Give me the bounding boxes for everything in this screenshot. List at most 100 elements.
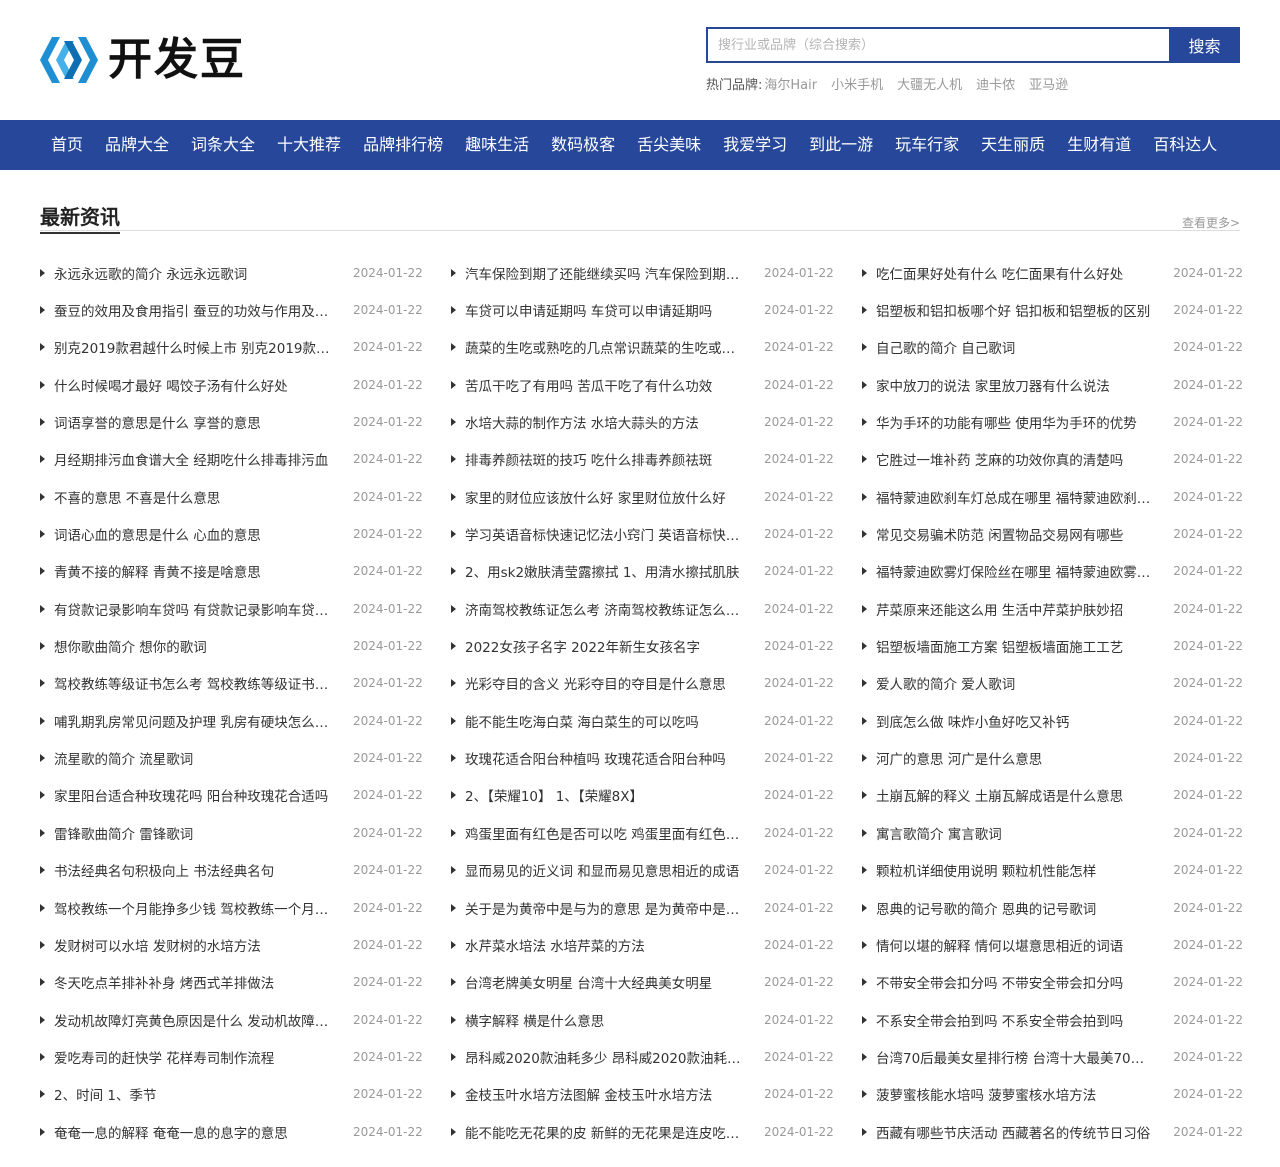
news-title-link[interactable]: 玫瑰花适合阳台种植吗 玫瑰花适合阳台种吗 bbox=[465, 748, 748, 768]
view-more-link[interactable]: 查看更多> bbox=[1182, 214, 1240, 231]
news-title-link[interactable]: 什么时候喝才最好 喝饺子汤有什么好处 bbox=[54, 375, 337, 395]
news-title-link[interactable]: 蔬菜的生吃或熟吃的几点常识蔬菜的生吃或熟吃 bbox=[465, 337, 748, 357]
nav-item[interactable]: 数码极客 bbox=[540, 120, 626, 170]
nav-item[interactable]: 趣味生活 bbox=[454, 120, 540, 170]
news-title-link[interactable]: 驾校教练等级证书怎么考 驾校教练等级证书怎么考取 bbox=[54, 673, 337, 693]
news-title-link[interactable]: 济南驾校教练证怎么考 济南驾校教练证怎么考取 bbox=[465, 599, 748, 619]
news-title-link[interactable]: 常见交易骗术防范 闲置物品交易网有哪些 bbox=[876, 524, 1157, 544]
search-button[interactable]: 搜索 bbox=[1169, 27, 1240, 63]
news-title-link[interactable]: 不带安全带会扣分吗 不带安全带会扣分吗 bbox=[876, 972, 1157, 992]
news-title-link[interactable]: 青黄不接的解释 青黄不接是啥意思 bbox=[54, 561, 337, 581]
news-item: 发动机故障灯亮黄色原因是什么 发动机故障灯亮黄色 2024-01-22 bbox=[40, 1001, 451, 1038]
news-title-link[interactable]: 书法经典名句积极向上 书法经典名句 bbox=[54, 860, 337, 880]
hot-brand-link[interactable]: 小米手机 bbox=[831, 74, 883, 93]
hot-brand-link[interactable]: 亚马逊 bbox=[1029, 74, 1068, 93]
news-title-link[interactable]: 车贷可以申请延期吗 车贷可以申请延期吗 bbox=[465, 300, 748, 320]
news-title-link[interactable]: 横字解释 横是什么意思 bbox=[465, 1010, 748, 1030]
news-title-link[interactable]: 学习英语音标快速记忆法小窍门 英语音标快速记忆法 bbox=[465, 524, 748, 544]
news-title-link[interactable]: 金枝玉叶水培方法图解 金枝玉叶水培方法 bbox=[465, 1084, 748, 1104]
news-title-link[interactable]: 恩典的记号歌的简介 恩典的记号歌词 bbox=[876, 898, 1157, 918]
news-title-link[interactable]: 发动机故障灯亮黄色原因是什么 发动机故障灯亮黄色 bbox=[54, 1010, 337, 1030]
news-title-link[interactable]: 爱吃寿司的赶快学 花样寿司制作流程 bbox=[54, 1047, 337, 1067]
news-title-link[interactable]: 别克2019款君越什么时候上市 别克2019款君越上市时间 bbox=[54, 337, 337, 357]
news-title-link[interactable]: 光彩夺目的含义 光彩夺目的夺目是什么意思 bbox=[465, 673, 748, 693]
nav-item[interactable]: 舌尖美味 bbox=[626, 120, 712, 170]
news-title-link[interactable]: 它胜过一堆补药 芝麻的功效你真的清楚吗 bbox=[876, 449, 1157, 469]
news-title-link[interactable]: 华为手环的功能有哪些 使用华为手环的优势 bbox=[876, 412, 1157, 432]
news-item: 它胜过一堆补药 芝麻的功效你真的清楚吗 2024-01-22 bbox=[862, 441, 1243, 478]
news-title-link[interactable]: 自己歌的简介 自己歌词 bbox=[876, 337, 1157, 357]
news-title-link[interactable]: 颗粒机详细使用说明 颗粒机性能怎样 bbox=[876, 860, 1157, 880]
news-title-link[interactable]: 冬天吃点羊排补补身 烤西式羊排做法 bbox=[54, 972, 337, 992]
news-title-link[interactable]: 驾校教练一个月能挣多少钱 驾校教练一个月工资多少 bbox=[54, 898, 337, 918]
nav-item[interactable]: 品牌排行榜 bbox=[352, 120, 454, 170]
news-title-link[interactable]: 西藏有哪些节庆活动 西藏著名的传统节日习俗 bbox=[876, 1122, 1157, 1142]
hot-brand-link[interactable]: 迪卡侬 bbox=[976, 74, 1015, 93]
news-title-link[interactable]: 有贷款记录影响车贷吗 有贷款记录影响车贷吗怎么办 bbox=[54, 599, 337, 619]
news-title-link[interactable]: 福特蒙迪欧雾灯保险丝在哪里 福特蒙迪欧雾灯保险丝 bbox=[876, 561, 1157, 581]
nav-item[interactable]: 到此一游 bbox=[798, 120, 884, 170]
news-title-link[interactable]: 河广的意思 河广是什么意思 bbox=[876, 748, 1157, 768]
nav-item[interactable]: 首页 bbox=[40, 120, 94, 170]
news-title-link[interactable]: 显而易见的近义词 和显而易见意思相近的成语 bbox=[465, 860, 748, 880]
news-title-link[interactable]: 能不能生吃海白菜 海白菜生的可以吃吗 bbox=[465, 711, 748, 731]
news-title-link[interactable]: 想你歌曲简介 想你的歌词 bbox=[54, 636, 337, 656]
search-input[interactable] bbox=[706, 27, 1169, 63]
news-title-link[interactable]: 关于是为黄帝中是与为的意思 是为黄帝中是什么意思 bbox=[465, 898, 748, 918]
news-title-link[interactable]: 爱人歌的简介 爱人歌词 bbox=[876, 673, 1157, 693]
news-title-link[interactable]: 寓言歌简介 寓言歌词 bbox=[876, 823, 1157, 843]
news-title-link[interactable]: 家里的财位应该放什么好 家里财位放什么好 bbox=[465, 487, 748, 507]
nav-item[interactable]: 生财有道 bbox=[1056, 120, 1142, 170]
news-title-link[interactable]: 词语享誉的意思是什么 享誉的意思 bbox=[54, 412, 337, 432]
news-title-link[interactable]: 月经期排污血食谱大全 经期吃什么排毒排污血 bbox=[54, 449, 337, 469]
news-title-link[interactable]: 到底怎么做 味炸小鱼好吃又补钙 bbox=[876, 711, 1157, 731]
news-title-link[interactable]: 土崩瓦解的释义 土崩瓦解成语是什么意思 bbox=[876, 785, 1157, 805]
news-title-link[interactable]: 水培大蒜的制作方法 水培大蒜头的方法 bbox=[465, 412, 748, 432]
news-title-link[interactable]: 台湾老牌美女明星 台湾十大经典美女明星 bbox=[465, 972, 748, 992]
news-title-link[interactable]: 奄奄一息的解释 奄奄一息的息字的意思 bbox=[54, 1122, 337, 1142]
news-title-link[interactable]: 发财树可以水培 发财树的水培方法 bbox=[54, 935, 337, 955]
news-title-link[interactable]: 哺乳期乳房常见问题及护理 乳房有硬块怎么办呢 bbox=[54, 711, 337, 731]
nav-item[interactable]: 品牌大全 bbox=[94, 120, 180, 170]
news-title-link[interactable]: 吃仁面果好处有什么 吃仁面果有什么好处 bbox=[876, 263, 1157, 283]
news-title-link[interactable]: 雷锋歌曲简介 雷锋歌词 bbox=[54, 823, 337, 843]
news-title-link[interactable]: 词语心血的意思是什么 心血的意思 bbox=[54, 524, 337, 544]
triangle-bullet-icon bbox=[451, 679, 456, 688]
news-title-link[interactable]: 排毒养颜祛斑的技巧 吃什么排毒养颜祛斑 bbox=[465, 449, 748, 469]
news-title-link[interactable]: 不系安全带会拍到吗 不系安全带会拍到吗 bbox=[876, 1010, 1157, 1030]
news-title-link[interactable]: 2022女孩子名字 2022年新生女孩名字 bbox=[465, 636, 748, 656]
nav-item[interactable]: 我爱学习 bbox=[712, 120, 798, 170]
news-title-link[interactable]: 家里阳台适合种玫瑰花吗 阳台种玫瑰花合适吗 bbox=[54, 785, 337, 805]
news-title-link[interactable]: 流星歌的简介 流星歌词 bbox=[54, 748, 337, 768]
news-title-link[interactable]: 铝塑板和铝扣板哪个好 铝扣板和铝塑板的区别 bbox=[876, 300, 1157, 320]
news-title-link[interactable]: 鸡蛋里面有红色是否可以吃 鸡蛋里面有红色的东西 bbox=[465, 823, 748, 843]
news-title-link[interactable]: 家中放刀的说法 家里放刀器有什么说法 bbox=[876, 375, 1157, 395]
news-title-link[interactable]: 蚕豆的效用及食用指引 蚕豆的功效与作用及禁忌 bbox=[54, 300, 337, 320]
news-item: 蔬菜的生吃或熟吃的几点常识蔬菜的生吃或熟吃 2024-01-22 bbox=[451, 329, 862, 366]
nav-item[interactable]: 玩车行家 bbox=[884, 120, 970, 170]
site-logo[interactable]: 开发豆 bbox=[40, 36, 246, 84]
news-title-link[interactable]: 昂科威2020款油耗多少 昂科威2020款油耗是多少 bbox=[465, 1047, 748, 1067]
hot-brand-link[interactable]: 海尔Hair bbox=[764, 74, 817, 93]
news-title-link[interactable]: 福特蒙迪欧刹车灯总成在哪里 福特蒙迪欧刹车灯 bbox=[876, 487, 1157, 507]
news-title-link[interactable]: 台湾70后最美女星排行榜 台湾十大最美70后女星 bbox=[876, 1047, 1157, 1067]
news-title-link[interactable]: 2、时间 1、季节 bbox=[54, 1084, 337, 1104]
hot-brand-link[interactable]: 大疆无人机 bbox=[897, 74, 962, 93]
news-title-link[interactable]: 铝塑板墙面施工方案 铝塑板墙面施工工艺 bbox=[876, 636, 1157, 656]
nav-item[interactable]: 百科达人 bbox=[1142, 120, 1228, 170]
news-title-link[interactable]: 苦瓜干吃了有用吗 苦瓜干吃了有什么功效 bbox=[465, 375, 748, 395]
news-title-link[interactable]: 不喜的意思 不喜是什么意思 bbox=[54, 487, 337, 507]
news-item: 昂科威2020款油耗多少 昂科威2020款油耗是多少 2024-01-22 bbox=[451, 1038, 862, 1075]
nav-item[interactable]: 天生丽质 bbox=[970, 120, 1056, 170]
news-title-link[interactable]: 芹菜原来还能这么用 生活中芹菜护肤妙招 bbox=[876, 599, 1157, 619]
news-title-link[interactable]: 菠萝蜜核能水培吗 菠萝蜜核水培方法 bbox=[876, 1084, 1157, 1104]
news-title-link[interactable]: 永远永远歌的简介 永远永远歌词 bbox=[54, 263, 337, 283]
nav-item[interactable]: 十大推荐 bbox=[266, 120, 352, 170]
nav-item[interactable]: 词条大全 bbox=[180, 120, 266, 170]
news-title-link[interactable]: 情何以堪的解释 情何以堪意思相近的词语 bbox=[876, 935, 1157, 955]
news-title-link[interactable]: 2、用sk2嫩肤清莹露擦拭 1、用清水擦拭肌肤 bbox=[465, 561, 748, 581]
news-title-link[interactable]: 2、【荣耀10】 1、【荣耀8X】 bbox=[465, 785, 748, 805]
news-title-link[interactable]: 能不能吃无花果的皮 新鲜的无花果是连皮吃还是剥皮吃 bbox=[465, 1122, 748, 1142]
news-title-link[interactable]: 水芹菜水培法 水培芹菜的方法 bbox=[465, 935, 748, 955]
news-title-link[interactable]: 汽车保险到期了还能继续买吗 汽车保险到期了怎么办 bbox=[465, 263, 748, 283]
